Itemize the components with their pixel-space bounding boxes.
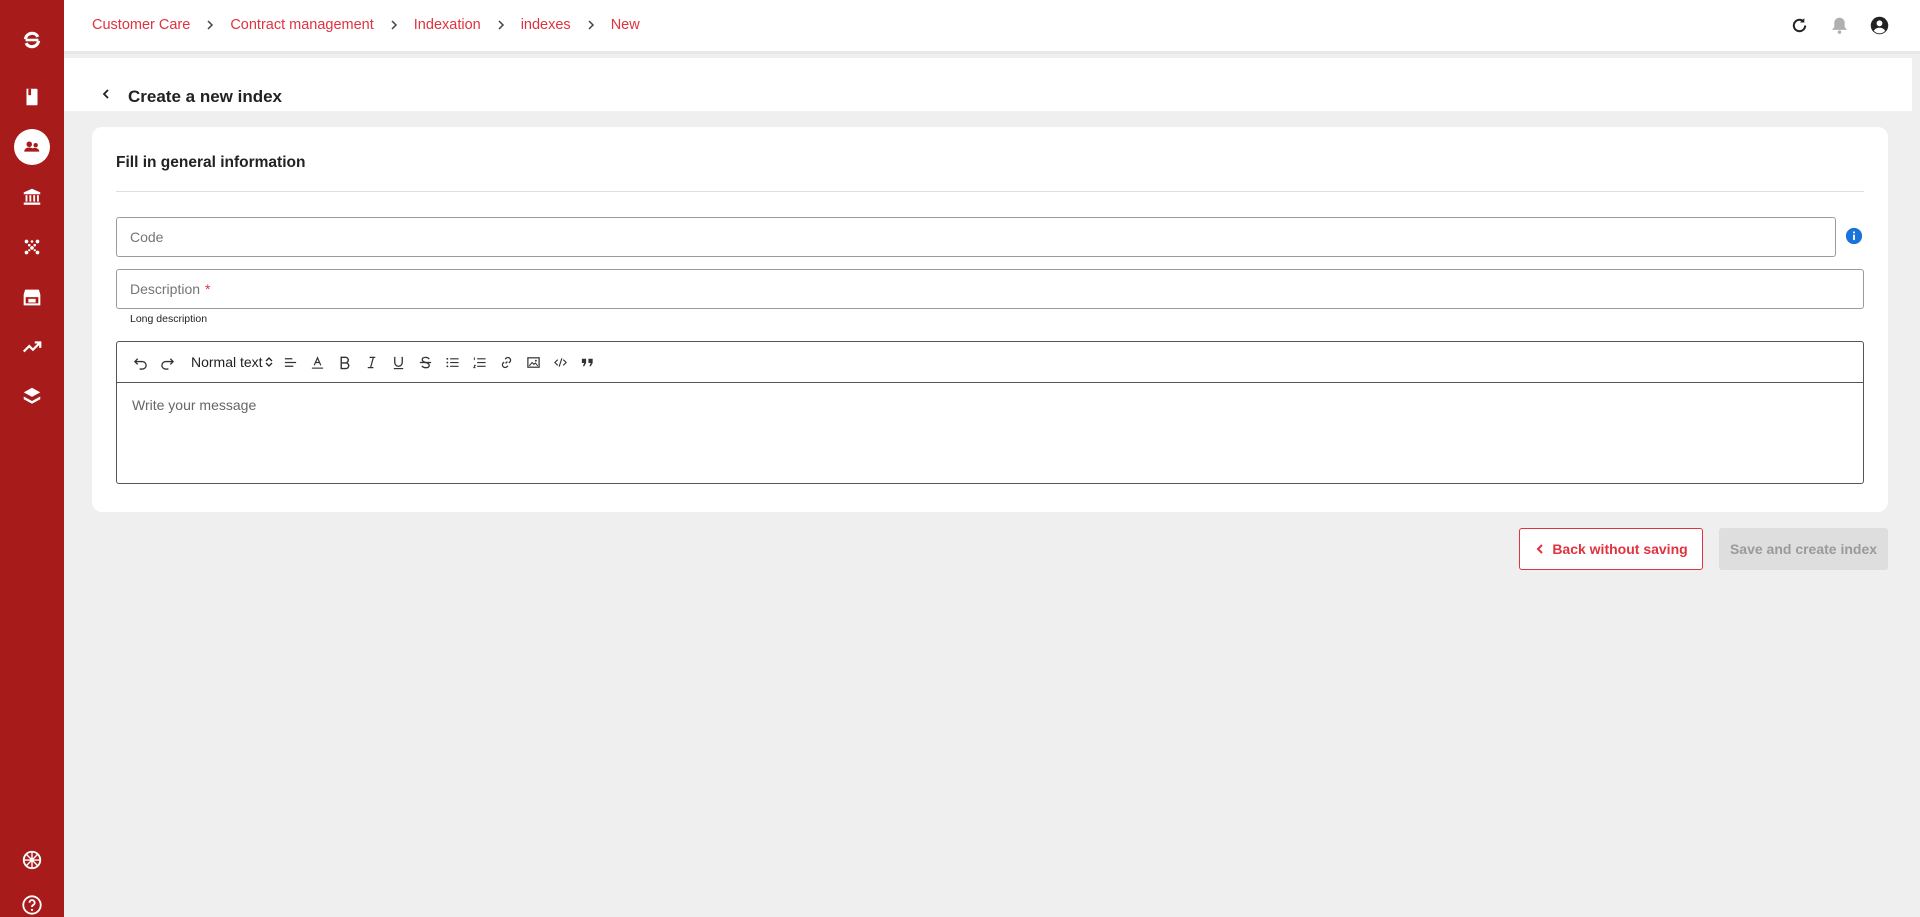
editor-body[interactable]: Write your message [117,383,1863,427]
general-info-card: Fill in general information Description … [92,127,1888,512]
description-field[interactable]: Description * [116,269,1864,309]
breadcrumb-new[interactable]: New [611,17,640,33]
save-and-create-index-label: Save and create index [1729,541,1878,557]
chevron-right-icon [204,19,216,31]
layers-icon[interactable] [12,376,52,416]
undo-icon[interactable] [133,350,148,374]
bell-icon[interactable] [1828,14,1850,36]
bullet-list-icon[interactable] [445,350,460,374]
breadcrumb-contract-management[interactable]: Contract management [230,17,373,33]
section-title: Fill in general information [116,154,306,171]
book-icon[interactable] [12,77,52,117]
breadcrumb-indexes[interactable]: indexes [521,17,571,33]
long-description-label: Long description [130,313,208,325]
trending-up-icon[interactable] [12,327,52,367]
store-icon[interactable] [12,277,52,317]
align-left-icon[interactable] [283,350,298,374]
description-label-text: Description [130,281,201,297]
language-globe-icon[interactable] [12,840,52,880]
chevron-right-icon [495,19,507,31]
back-without-saving-label: Back without saving [1552,541,1688,557]
code-input[interactable] [130,229,1835,245]
blockquote-icon[interactable] [580,350,595,374]
app-logo-icon[interactable] [12,20,52,60]
back-chevron-icon[interactable] [100,88,112,100]
italic-icon[interactable] [364,350,379,374]
save-and-create-index-button[interactable]: Save and create index [1719,528,1888,570]
required-mark: * [205,281,211,297]
help-icon[interactable] [12,885,52,917]
text-style-value: Normal text [191,354,263,370]
user-account-icon[interactable] [1868,14,1890,36]
select-arrows-icon [265,357,273,367]
divider [116,191,1864,192]
breadcrumb: Customer Care Contract management Indexa… [92,17,640,33]
page-title: Create a new index [128,87,283,106]
bank-icon[interactable] [12,177,52,217]
strikethrough-icon[interactable] [418,350,433,374]
top-actions [1788,14,1890,36]
editor-toolbar: Normal text [117,342,1863,383]
back-without-saving-button[interactable]: Back without saving [1519,528,1703,570]
page-header: Create a new index [64,58,1912,111]
description-label: Description * [130,281,210,297]
molecule-icon[interactable] [12,227,52,267]
code-field[interactable] [116,217,1836,257]
chevron-right-icon [585,19,597,31]
info-icon[interactable] [1845,227,1863,245]
rich-text-editor: Normal text Write your message [116,341,1864,484]
chevron-right-icon [388,19,400,31]
text-style-select[interactable]: Normal text [191,354,273,370]
link-icon[interactable] [499,350,514,374]
chevron-left-icon [1536,544,1544,554]
underline-icon[interactable] [391,350,406,374]
sidebar [0,0,64,917]
breadcrumb-indexation[interactable]: Indexation [414,17,481,33]
numbered-list-icon[interactable] [472,350,487,374]
text-color-icon[interactable] [310,350,325,374]
refresh-icon[interactable] [1788,14,1810,36]
top-bar: Customer Care Contract management Indexa… [64,0,1920,54]
breadcrumb-customer-care[interactable]: Customer Care [92,17,190,33]
code-icon[interactable] [553,350,568,374]
bold-icon[interactable] [337,350,352,374]
editor-placeholder: Write your message [132,397,257,413]
redo-icon[interactable] [160,350,175,374]
people-icon[interactable] [14,129,50,165]
image-icon[interactable] [526,350,541,374]
